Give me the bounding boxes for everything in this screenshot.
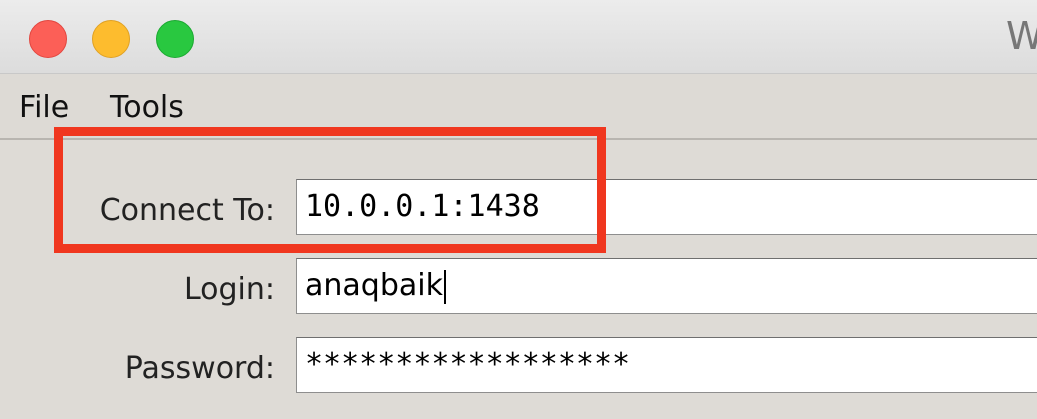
app-window: W File Tools Connect To: 10.0.0.1:1438 L… [0, 0, 1037, 419]
connect-to-value: 10.0.0.1:1438 [305, 189, 540, 224]
title-bar[interactable]: W [0, 0, 1037, 74]
menu-file[interactable]: File [19, 90, 69, 125]
text-caret [443, 269, 446, 304]
close-traffic-light-icon[interactable] [29, 20, 67, 58]
menu-bar: File Tools [0, 74, 1037, 140]
minimize-traffic-light-icon[interactable] [92, 20, 130, 58]
login-label: Login: [183, 272, 275, 307]
menu-tools[interactable]: Tools [110, 90, 184, 125]
connection-form: Connect To: 10.0.0.1:1438 Login: anaqbai… [0, 141, 1037, 419]
connect-to-input[interactable]: 10.0.0.1:1438 [296, 179, 1037, 235]
connect-to-label: Connect To: [99, 193, 275, 228]
password-label: Password: [124, 351, 275, 386]
password-input[interactable]: ****************** [296, 337, 1037, 393]
maximize-traffic-light-icon[interactable] [156, 20, 194, 58]
password-value: ****************** [305, 347, 631, 382]
login-value: anaqbaik [305, 268, 443, 303]
login-input[interactable]: anaqbaik [296, 258, 1037, 314]
window-title: W [1006, 14, 1037, 58]
